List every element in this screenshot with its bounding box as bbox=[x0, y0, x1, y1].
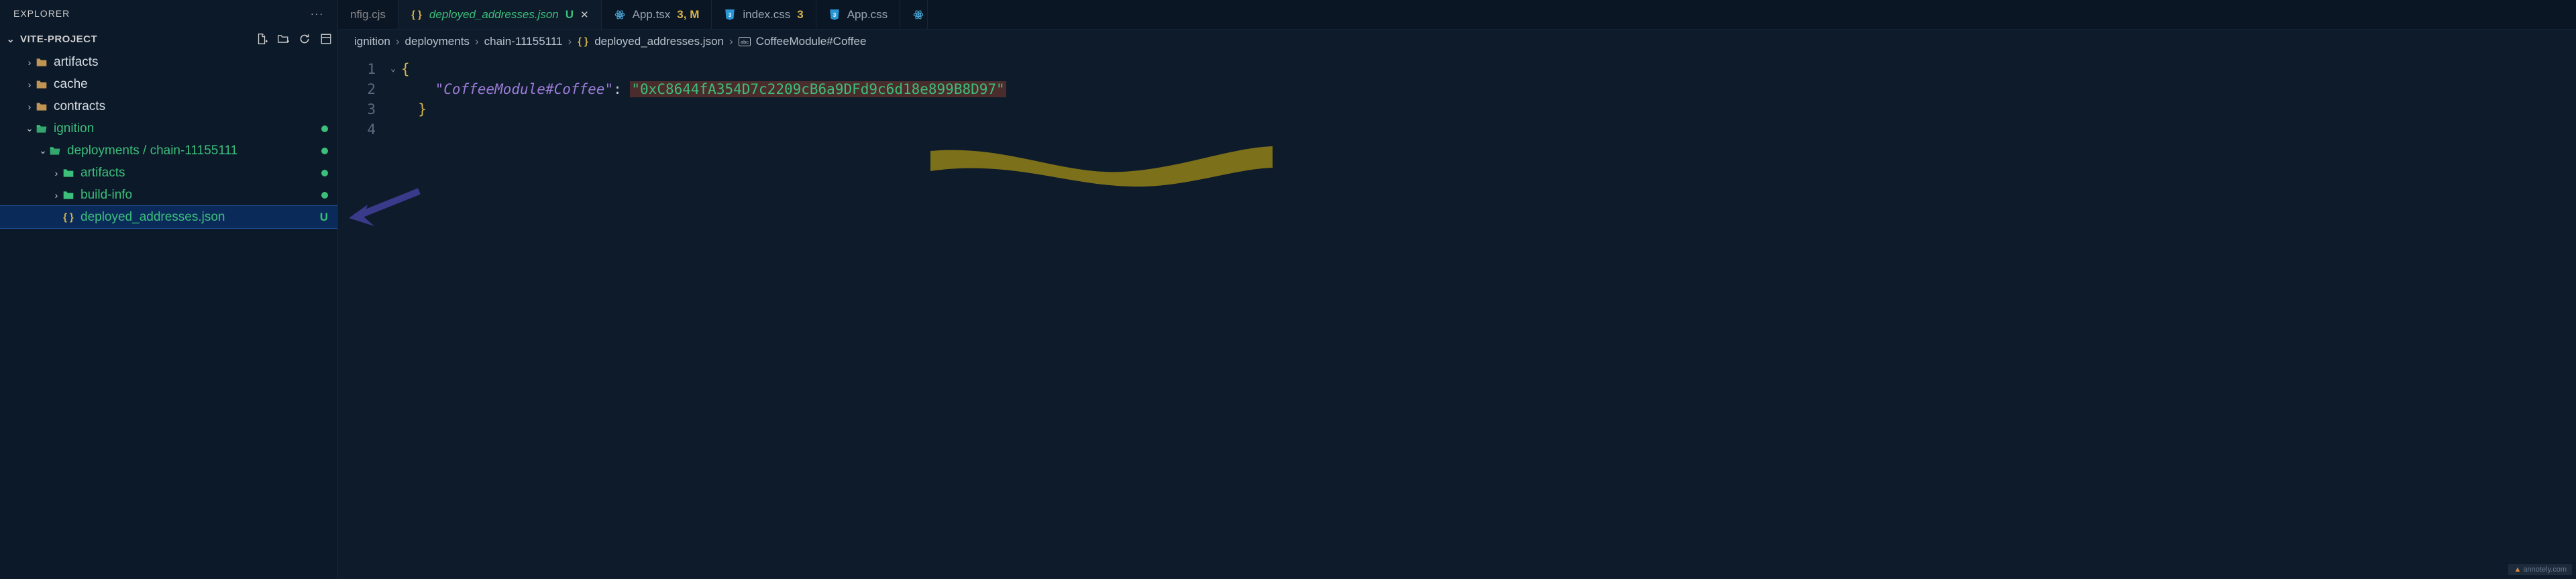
tab[interactable]: 3 App.css bbox=[816, 0, 900, 29]
tab-badge: U bbox=[566, 8, 574, 21]
git-status-untracked: U bbox=[320, 211, 328, 224]
chevron-right-icon: › bbox=[51, 168, 62, 178]
breadcrumb-segment[interactable]: deployments bbox=[405, 35, 470, 48]
json-icon: { } bbox=[411, 9, 423, 21]
fold-column: ⌄ bbox=[385, 54, 401, 579]
chevron-right-icon: › bbox=[568, 35, 572, 48]
tab-badge: 3 bbox=[797, 8, 803, 21]
css-icon: 3 bbox=[828, 9, 841, 21]
git-status-dot bbox=[321, 148, 328, 154]
new-file-icon[interactable] bbox=[256, 33, 268, 45]
breadcrumb-segment[interactable]: CoffeeModule#Coffee bbox=[756, 35, 867, 48]
tree-item-label: artifacts bbox=[54, 55, 328, 70]
git-status-dot bbox=[321, 192, 328, 199]
tab-label: deployed_addresses.json bbox=[429, 8, 559, 21]
code-editor[interactable]: 1 2 3 4 ⌄ { "CoffeeModule#Coffee": "0xC8… bbox=[338, 54, 2576, 579]
json-icon: { } bbox=[62, 211, 75, 223]
chevron-right-icon: › bbox=[24, 79, 35, 90]
chevron-right-icon: › bbox=[51, 190, 62, 201]
tab[interactable] bbox=[900, 0, 928, 29]
tab-badge: 3, M bbox=[677, 8, 699, 21]
chevron-right-icon: › bbox=[24, 57, 35, 68]
tab-bar: nfig.cjs { } deployed_addresses.json U ✕ App.… bbox=[338, 0, 2576, 30]
tab-label: nfig.cjs bbox=[350, 8, 386, 21]
tree-item-label: cache bbox=[54, 77, 328, 92]
chevron-right-icon: › bbox=[475, 35, 479, 48]
folder-row[interactable]: › cache bbox=[0, 73, 337, 95]
chevron-right-icon: › bbox=[24, 101, 35, 112]
chevron-down-icon: ⌄ bbox=[5, 34, 16, 45]
folder-icon bbox=[62, 167, 75, 179]
tab-label: index.css bbox=[743, 8, 790, 21]
refresh-icon[interactable] bbox=[299, 33, 311, 45]
chevron-right-icon: › bbox=[396, 35, 400, 48]
css-icon: 3 bbox=[724, 9, 736, 21]
new-folder-icon[interactable] bbox=[277, 33, 289, 45]
svg-text:{ }: { } bbox=[578, 37, 588, 48]
tab[interactable]: { } deployed_addresses.json U ✕ bbox=[398, 0, 602, 29]
tab-label: App.css bbox=[847, 8, 888, 21]
folder-row[interactable]: › contracts bbox=[0, 95, 337, 117]
folder-row[interactable]: ⌄ ignition bbox=[0, 117, 337, 140]
line-gutter: 1 2 3 4 bbox=[338, 54, 385, 579]
tree-item-label: deployments / chain-11155111 bbox=[67, 144, 321, 158]
folder-icon bbox=[62, 189, 75, 201]
folder-open-icon bbox=[48, 145, 62, 157]
close-icon[interactable]: ✕ bbox=[580, 9, 589, 21]
folder-icon bbox=[35, 78, 48, 91]
abc-icon: abc bbox=[739, 37, 751, 46]
project-actions bbox=[256, 33, 332, 45]
file-row[interactable]: { } deployed_addresses.jsonU bbox=[0, 206, 337, 228]
folder-open-icon bbox=[35, 123, 48, 135]
json-icon: { } bbox=[577, 36, 589, 48]
react-icon bbox=[614, 9, 626, 21]
chevron-right-icon: › bbox=[729, 35, 733, 48]
breadcrumb-segment[interactable]: chain-11155111 bbox=[484, 35, 563, 48]
editor-area: nfig.cjs { } deployed_addresses.json U ✕ App.… bbox=[338, 0, 2576, 579]
tree-item-label: ignition bbox=[54, 121, 321, 136]
svg-text:{ }: { } bbox=[411, 9, 422, 20]
git-status-dot bbox=[321, 125, 328, 132]
project-header[interactable]: ⌄ VITE-PROJECT bbox=[0, 27, 337, 51]
code-content[interactable]: { "CoffeeModule#Coffee": "0xC8644fA354D7… bbox=[401, 54, 2576, 579]
git-status-dot bbox=[321, 170, 328, 176]
chevron-down-icon: ⌄ bbox=[24, 123, 35, 134]
breadcrumb-segment[interactable]: ignition bbox=[354, 35, 390, 48]
tab[interactable]: App.tsx 3, M bbox=[602, 0, 712, 29]
folder-row[interactable]: › artifacts bbox=[0, 162, 337, 184]
folder-icon bbox=[35, 56, 48, 68]
more-icon[interactable]: ··· bbox=[311, 8, 324, 19]
svg-text:abc: abc bbox=[741, 39, 749, 45]
file-tree: › artifacts › cache › contracts ⌄ ignition ⌄ depl… bbox=[0, 51, 337, 579]
collapse-icon[interactable] bbox=[320, 33, 332, 45]
svg-text:3: 3 bbox=[833, 11, 837, 17]
breadcrumb: ignition › deployments › chain-11155111 › { } d… bbox=[338, 30, 2576, 54]
tab-label: App.tsx bbox=[633, 8, 671, 21]
breadcrumb-segment[interactable]: deployed_addresses.json bbox=[594, 35, 724, 48]
folder-row[interactable]: ⌄ deployments / chain-11155111 bbox=[0, 140, 337, 162]
chevron-down-icon[interactable]: ⌄ bbox=[385, 59, 401, 79]
explorer-title: EXPLORER bbox=[13, 8, 70, 19]
tab[interactable]: 3 index.css 3 bbox=[712, 0, 816, 29]
tab[interactable]: nfig.cjs bbox=[338, 0, 398, 29]
folder-icon bbox=[35, 101, 48, 113]
react-icon bbox=[912, 9, 924, 21]
tree-item-label: build-info bbox=[80, 188, 321, 203]
svg-text:{ }: { } bbox=[63, 212, 74, 223]
tree-item-label: contracts bbox=[54, 99, 328, 114]
explorer-sidebar: EXPLORER ··· ⌄ VITE-PROJECT › artifacts › c… bbox=[0, 0, 338, 579]
explorer-header: EXPLORER ··· bbox=[0, 0, 337, 27]
chevron-down-icon: ⌄ bbox=[38, 145, 48, 156]
folder-row[interactable]: › build-info bbox=[0, 184, 337, 206]
tree-item-label: artifacts bbox=[80, 166, 321, 180]
folder-row[interactable]: › artifacts bbox=[0, 51, 337, 73]
tree-item-label: deployed_addresses.json bbox=[80, 210, 320, 225]
watermark: ▲ annotely.com bbox=[2508, 564, 2572, 575]
svg-text:3: 3 bbox=[729, 11, 732, 17]
project-name: VITE-PROJECT bbox=[20, 34, 97, 45]
